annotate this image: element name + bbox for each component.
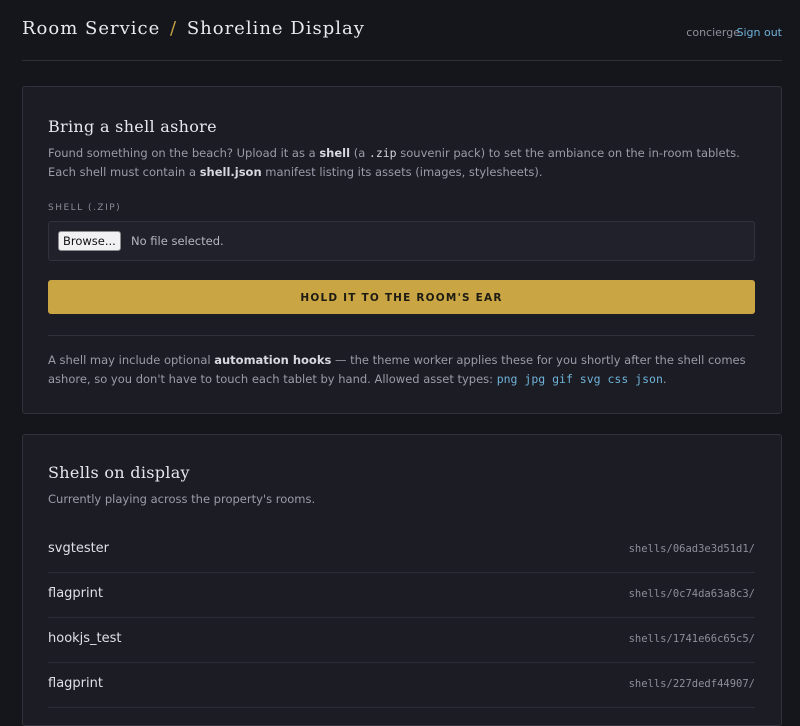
shell-path: shells/06ad3e3d51d1/ [628, 543, 755, 555]
list-item[interactable]: svgtester shells/06ad3e3d51d1/ [48, 528, 755, 573]
automation-note: A shell may include optional automation … [48, 351, 748, 389]
upload-submit-button[interactable]: HOLD IT TO THE ROOM'S EAR [48, 280, 755, 314]
brand-separator: / [170, 18, 178, 39]
current-user: concierge [686, 26, 740, 39]
shell-path: shells/1741e66c65c5/ [628, 633, 755, 645]
shells-title: Shells on display [48, 463, 190, 482]
upload-desc-shell: shell [319, 146, 351, 160]
brand-secondary: Shoreline Display [186, 18, 365, 39]
upload-desc-text: (a [350, 146, 369, 160]
divider [48, 335, 755, 336]
brand-primary: Room Service [22, 18, 161, 39]
upload-title: Bring a shell ashore [48, 117, 217, 136]
upload-desc-zip: .zip [368, 146, 397, 160]
shell-path: shells/227dedf44907/ [628, 678, 755, 690]
shell-field-label: SHELL (.ZIP) [48, 203, 122, 213]
asset-types: png jpg gif svg css json [496, 372, 663, 386]
upload-description: Found something on the beach? Upload it … [48, 144, 748, 182]
note-text: . [662, 372, 667, 386]
list-item[interactable]: flagprint shells/0c74da63a8c3/ [48, 573, 755, 618]
upload-desc-text: Found something on the beach? Upload it … [48, 146, 320, 160]
shell-name: flagprint [48, 676, 103, 691]
list-item[interactable]: flagprint shells/227dedf44907/ [48, 663, 755, 708]
browse-button[interactable]: Browse... [58, 231, 121, 251]
upload-card: Bring a shell ashore Found something on … [22, 86, 782, 414]
list-item[interactable]: hookjs_test shells/1741e66c65c5/ [48, 618, 755, 663]
shell-file-input[interactable]: Browse... No file selected. [48, 221, 755, 261]
note-hooks: automation hooks [214, 353, 332, 367]
upload-desc-manifest: shell.json [199, 165, 262, 179]
shell-name: svgtester [48, 541, 110, 556]
file-status: No file selected. [131, 234, 224, 248]
shells-list: svgtester shells/06ad3e3d51d1/ flagprint… [48, 528, 755, 708]
shell-name: flagprint [48, 586, 103, 601]
note-text: A shell may include optional [48, 353, 215, 367]
shell-path: shells/0c74da63a8c3/ [628, 588, 755, 600]
top-header: Room Service / Shoreline Display concier… [22, 0, 782, 61]
sign-out-link[interactable]: Sign out [736, 26, 782, 39]
shells-description: Currently playing across the property's … [48, 492, 316, 506]
shells-card: Shells on display Currently playing acro… [22, 434, 782, 726]
upload-desc-text: manifest listing its assets (images, sty… [261, 165, 543, 179]
app-title: Room Service / Shoreline Display [22, 18, 365, 39]
shell-name: hookjs_test [48, 631, 122, 646]
